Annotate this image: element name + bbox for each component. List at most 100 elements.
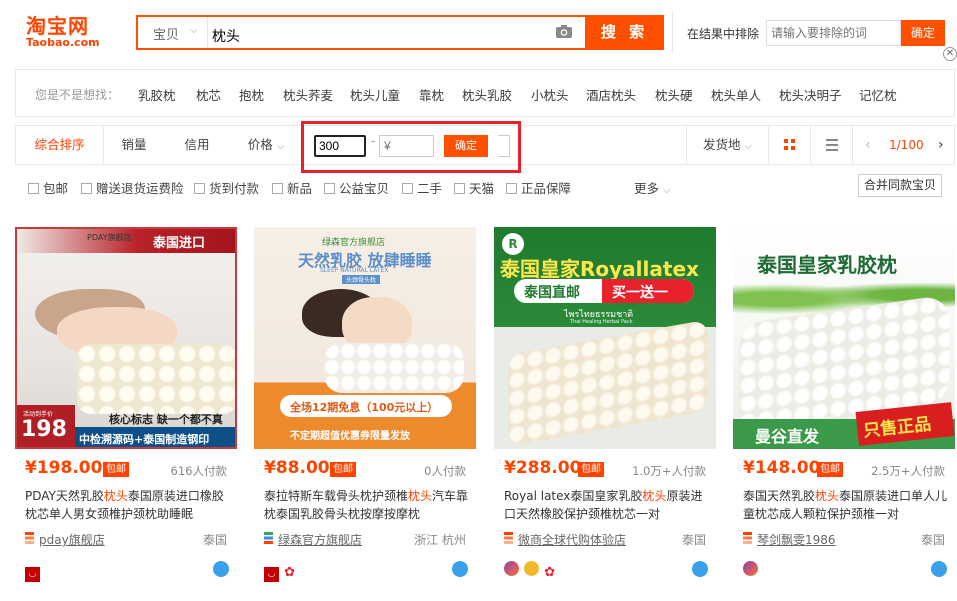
wangwang-chat-icon[interactable]: [931, 561, 947, 577]
suggestion-link[interactable]: 枕头乳胶: [462, 85, 512, 104]
suggestion-link[interactable]: 小枕头: [531, 85, 569, 104]
suggestion-link[interactable]: 枕头儿童: [350, 85, 400, 104]
search-input[interactable]: [210, 17, 540, 48]
latex-pillow: [77, 344, 235, 414]
suggestion-link[interactable]: 抱枕: [239, 85, 264, 104]
chevron-down-icon: ⌵: [190, 25, 198, 36]
wangwang-chat-icon[interactable]: [692, 561, 708, 577]
suggestion-link[interactable]: 酒店枕头: [586, 85, 636, 104]
product-image[interactable]: R 泰国皇家Royallatex 泰国直邮 买一送一 ไพรไทยธรรมชาต…: [494, 227, 716, 449]
latex-pillow: [508, 319, 708, 447]
filter-free-shipping[interactable]: 包邮: [28, 178, 68, 197]
badges: ◡: [25, 561, 40, 582]
checkbox[interactable]: [272, 183, 283, 194]
search-type-select[interactable]: 宝贝 ⌵: [138, 17, 208, 48]
suggestion-link[interactable]: 记忆枕: [859, 85, 897, 104]
exclude-confirm-button[interactable]: 确定: [901, 20, 945, 46]
tmall-icon[interactable]: ◡: [264, 567, 279, 582]
badges: ◡ ✿: [264, 561, 299, 582]
checkbox[interactable]: [194, 183, 205, 194]
prev-page-icon[interactable]: ‹: [865, 126, 871, 164]
product-image[interactable]: 泰国皇家乳胶枕 曼谷直发 只售正品: [733, 227, 955, 449]
exclude-label: 在结果中排除: [687, 27, 760, 41]
filter-genuine[interactable]: 正品保障: [506, 178, 571, 197]
shop-link[interactable]: 微商全球代购体验店: [518, 531, 626, 548]
tab-default-sort[interactable]: 综合排序: [16, 126, 104, 164]
image-headline: 泰国皇家乳胶枕: [757, 253, 897, 277]
filter-cod[interactable]: 货到付款: [194, 178, 259, 197]
image-banner-text: 泰国进口: [153, 236, 206, 251]
tab-price-label: 价格: [247, 137, 273, 152]
checkbox[interactable]: [324, 183, 335, 194]
close-icon[interactable]: ✕: [943, 47, 957, 61]
filter-return-insurance[interactable]: 赠送退货运费险: [81, 178, 184, 197]
checkbox[interactable]: [454, 183, 465, 194]
suggestion-link[interactable]: 枕头决明子: [779, 85, 842, 104]
title-text: 泰国天然乳胶: [743, 489, 816, 503]
product-image[interactable]: 绿森官方旗舰店 天然乳胶 放肆睡睡 SLEEP NATURAL LATEX 头颈…: [254, 227, 476, 449]
image-subline: SLEEP NATURAL LATEX: [320, 267, 389, 274]
suggestion-link[interactable]: 枕头荞麦: [283, 85, 333, 104]
filter-tmall[interactable]: 天猫: [454, 178, 494, 197]
suggestion-link[interactable]: 枕头单人: [711, 85, 761, 104]
gold-badge-icon[interactable]: [524, 561, 540, 576]
product-title[interactable]: 泰国天然乳胶枕头泰国原装进口单人儿童枕芯成人颗粒保护颈椎一对: [743, 487, 948, 523]
suggestion-link[interactable]: 枕芯: [196, 85, 221, 104]
product-image[interactable]: PDAY旗舰店 泰国进口 核心标志 缺一个都不真 活动到手价 198 中检溯源码…: [15, 227, 237, 449]
image-price-tag: 198: [21, 417, 67, 442]
taobao-logo-en[interactable]: Taobao.com: [26, 36, 100, 49]
ship-from-label: 发货地: [702, 137, 741, 152]
flower-badge-icon[interactable]: ✿: [544, 565, 559, 580]
suggestion-link[interactable]: 靠枕: [419, 85, 444, 104]
tmall-icon[interactable]: ◡: [25, 567, 40, 582]
more-filters-button[interactable]: 更多 ⌵: [634, 178, 671, 197]
title-keyword: 枕头: [815, 489, 840, 503]
product-title[interactable]: PDAY天然乳胶枕头泰国原装进口橡胶枕芯单人男女颈椎护颈枕助睡眠: [25, 487, 230, 523]
checkbox[interactable]: [506, 183, 517, 194]
tab-price[interactable]: 价格 ⌵: [236, 126, 296, 164]
merge-same-items-button[interactable]: 合并同款宝贝: [858, 174, 942, 197]
royal-logo-icon: R: [502, 233, 524, 255]
suggestion-link[interactable]: 乳胶枕: [138, 85, 176, 104]
swirl-badge-icon[interactable]: [504, 561, 519, 576]
filter-charity[interactable]: 公益宝贝: [324, 178, 389, 197]
location: 泰国: [681, 533, 706, 547]
wangwang-chat-icon[interactable]: [452, 561, 468, 577]
product-card[interactable]: PDAY旗舰店 泰国进口 核心标志 缺一个都不真 活动到手价 198 中检溯源码…: [15, 227, 237, 587]
sold-count: 616人付款: [170, 464, 227, 478]
taobao-logo[interactable]: 淘宝网: [26, 10, 89, 39]
filter-secondhand[interactable]: 二手: [402, 178, 442, 197]
tab-credit[interactable]: 信用: [167, 126, 227, 164]
exclude-input[interactable]: [766, 20, 901, 46]
search-button[interactable]: 搜 索: [585, 15, 664, 50]
product-title[interactable]: 泰拉特斯车载骨头枕护颈椎枕头汽车靠枕泰国乳胶骨头枕按摩按摩枕: [264, 487, 469, 523]
suggestion-link[interactable]: 枕头硬: [655, 85, 693, 104]
shop-link[interactable]: 琴剑飘雯1986: [757, 531, 836, 548]
shop-link[interactable]: pday旗舰店: [39, 531, 105, 548]
checkbox[interactable]: [81, 183, 92, 194]
tab-sales[interactable]: 销量: [104, 126, 164, 164]
list-view-button[interactable]: [810, 126, 852, 164]
product-card[interactable]: 泰国皇家乳胶枕 曼谷直发 只售正品 ¥148.00 包邮 2.5万+人付款 泰国…: [733, 227, 955, 587]
swirl-badge-icon[interactable]: [743, 561, 758, 576]
image-footer-text: 不定期超值优惠券限量发放: [290, 431, 410, 442]
checkbox-label: 货到付款: [209, 181, 260, 196]
ship-from-dropdown[interactable]: 发货地 ⌵: [686, 126, 768, 164]
next-page-icon[interactable]: ›: [938, 126, 944, 164]
wangwang-chat-icon[interactable]: [213, 561, 229, 577]
product-title[interactable]: Royal latex泰国皇家乳胶枕头原装进口天然橡胶保护颈椎枕芯一对: [504, 487, 709, 523]
product-card[interactable]: 绿森官方旗舰店 天然乳胶 放肆睡睡 SLEEP NATURAL LATEX 头颈…: [254, 227, 476, 587]
chevron-down-icon: ⌵: [276, 141, 285, 152]
flower-badge-icon[interactable]: ✿: [284, 565, 299, 580]
camera-icon[interactable]: [555, 24, 573, 39]
title-text: PDAY天然乳胶: [25, 489, 104, 503]
free-shipping-badge: 包邮: [817, 462, 843, 477]
checkbox[interactable]: [402, 183, 413, 194]
filter-new[interactable]: 新品: [272, 178, 312, 197]
checkbox-label: 赠送退货运费险: [96, 181, 184, 196]
image-headline: 泰国皇家Royallatex: [500, 257, 699, 281]
product-card[interactable]: R 泰国皇家Royallatex 泰国直邮 买一送一 ไพรไทยธรรมชาต…: [494, 227, 716, 587]
checkbox[interactable]: [28, 183, 39, 194]
grid-view-button[interactable]: [768, 126, 810, 164]
shop-link[interactable]: 绿森官方旗舰店: [278, 531, 362, 548]
